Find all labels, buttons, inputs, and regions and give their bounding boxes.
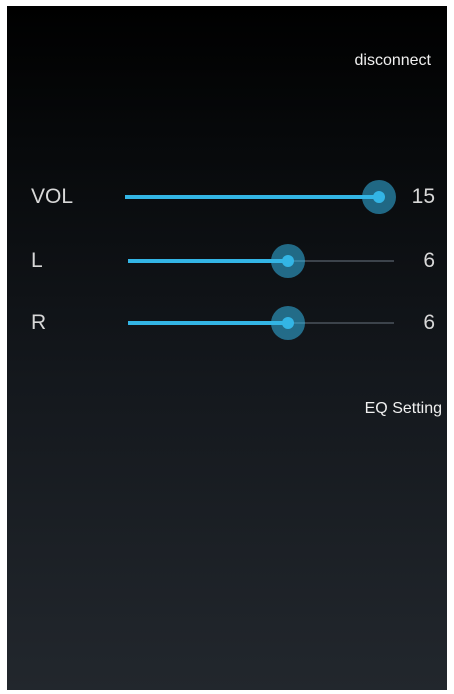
r-slider-fill — [128, 321, 288, 325]
r-slider-thumb[interactable] — [270, 306, 305, 340]
l-label: L — [31, 249, 43, 272]
r-label: R — [31, 311, 47, 334]
vol-slider-fill — [125, 195, 379, 199]
l-slider-thumb[interactable] — [270, 244, 305, 278]
vol-slider-thumb[interactable] — [362, 180, 396, 214]
eq-setting-button[interactable]: EQ Setting — [365, 400, 442, 418]
vol-slider-track[interactable] — [125, 180, 396, 214]
l-value: 6 — [423, 249, 435, 272]
vol-value: 15 — [411, 185, 435, 208]
l-slider-fill — [128, 259, 288, 263]
vol-slider-thumb-dot — [373, 191, 385, 203]
l-slider-thumb-dot — [281, 255, 294, 267]
disconnect-button[interactable]: disconnect — [355, 52, 432, 70]
r-value: 6 — [423, 311, 435, 334]
r-slider-thumb-dot — [281, 317, 294, 329]
l-slider-row: L 6 — [7, 236, 447, 286]
l-slider-track[interactable] — [128, 244, 394, 278]
app-screen: disconnect VOL 15 L 6 R 6 EQ Setting — [7, 6, 447, 690]
r-slider-track[interactable] — [128, 306, 394, 340]
r-slider-row: R 6 — [7, 298, 447, 348]
vol-slider-row: VOL 15 — [7, 172, 447, 222]
vol-label: VOL — [31, 185, 74, 208]
